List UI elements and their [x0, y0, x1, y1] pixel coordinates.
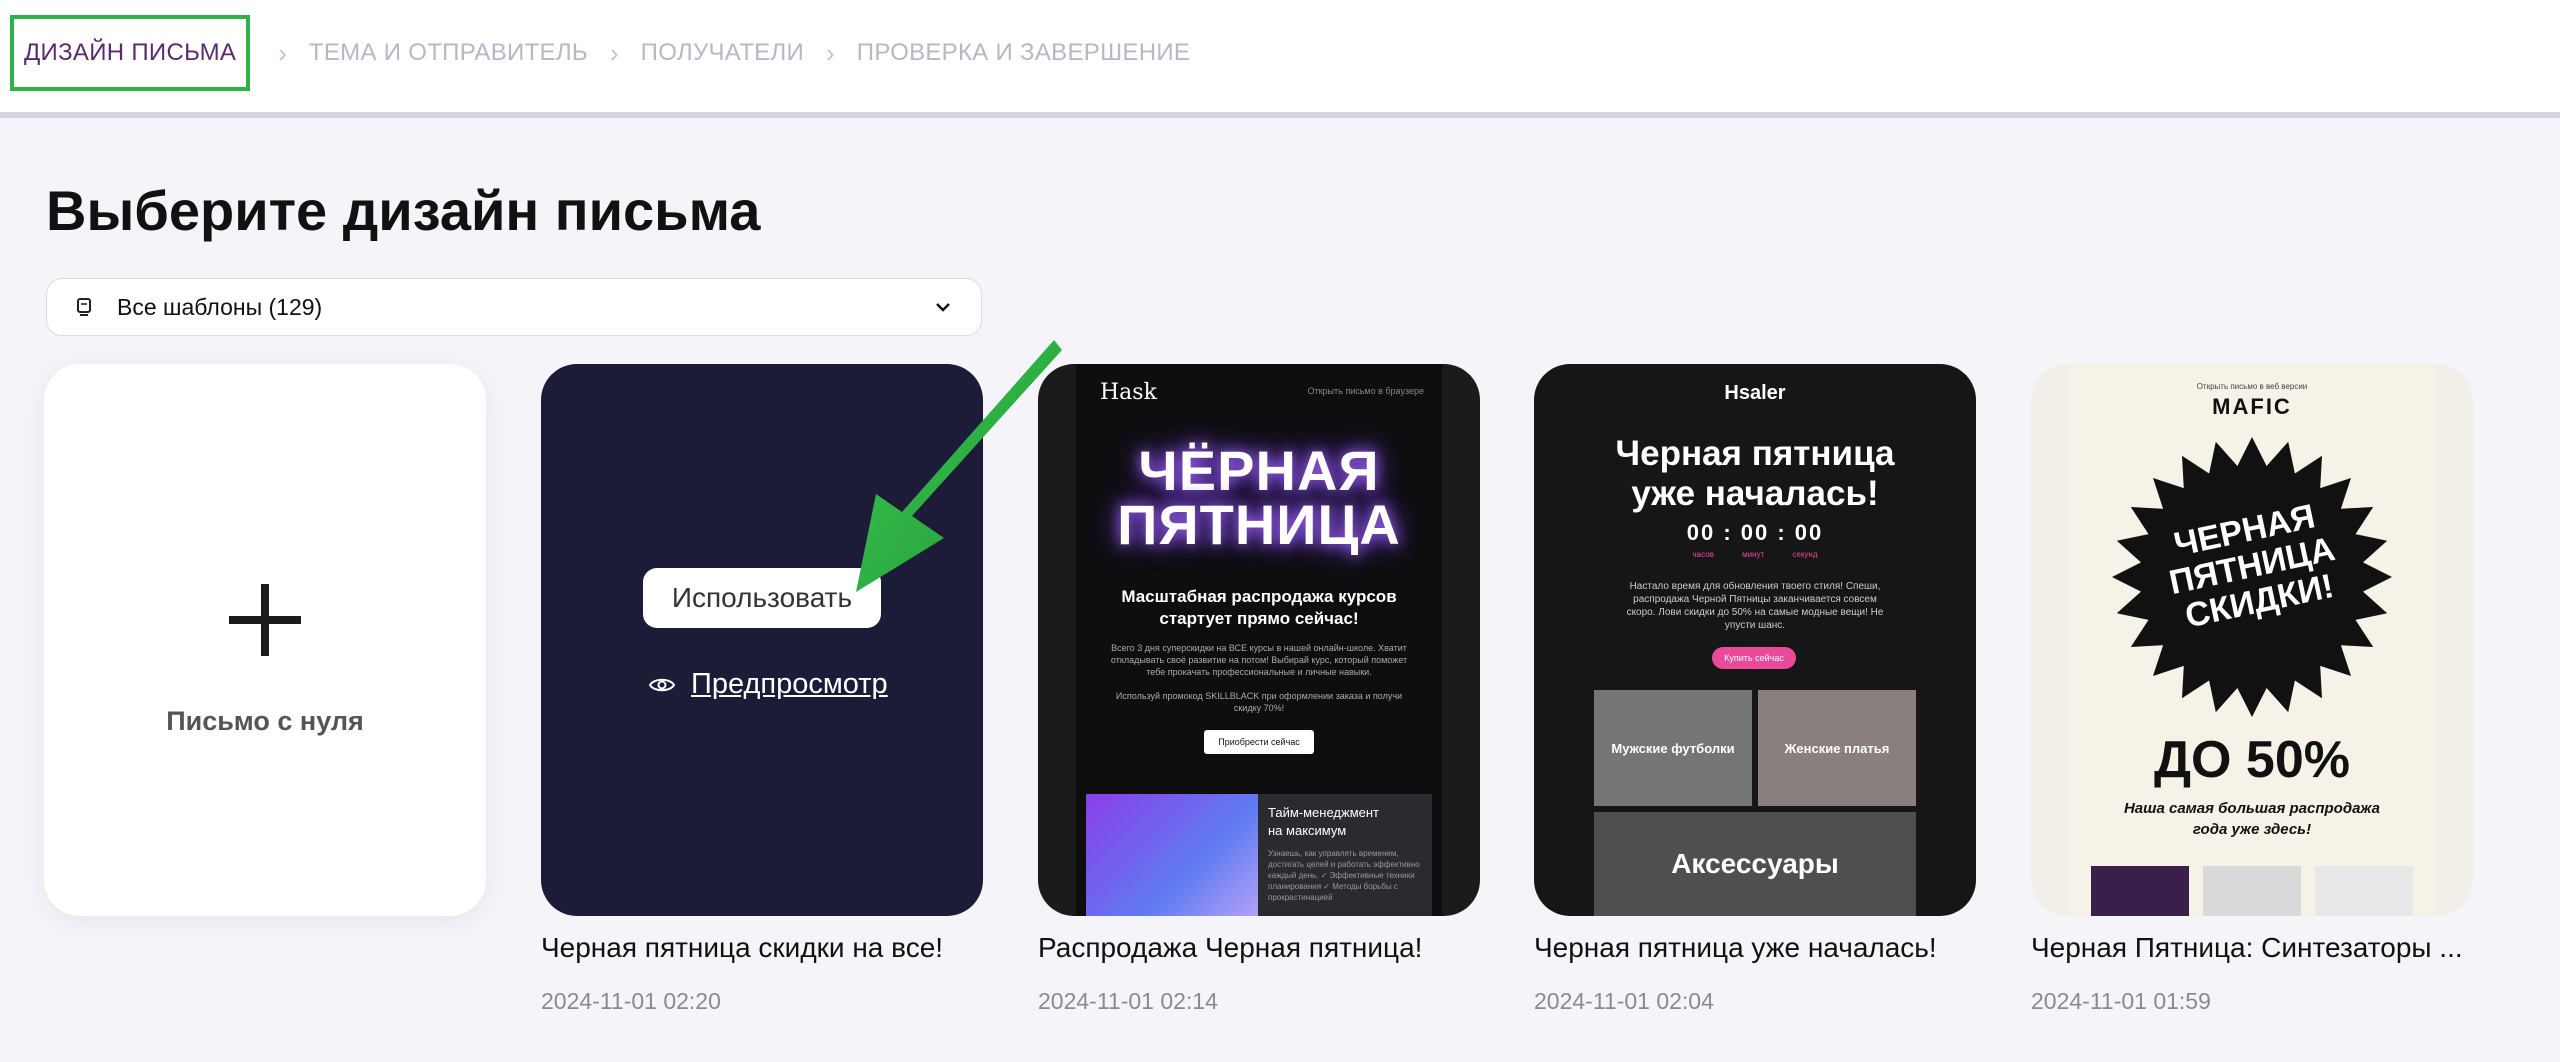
- thumb-button: Купить сейчас: [1712, 647, 1796, 669]
- hask-logo: Hask: [1100, 380, 1157, 405]
- thumb-text: Настало время для обновления твоего стил…: [1626, 581, 1884, 631]
- chevron-right-icon: ›: [278, 37, 287, 68]
- template-date: 2024-11-01 02:14: [1038, 988, 1218, 1014]
- product-image: [2315, 866, 2413, 916]
- page-title: Выберите дизайн письма: [46, 179, 761, 242]
- thumb-subheadline: Масштабная распродажа курсов стартует пря…: [1076, 586, 1442, 630]
- template-name: Черная пятница уже началась!: [1534, 932, 1937, 963]
- thumb-tile: Мужские футболки: [1594, 690, 1752, 806]
- preview-link[interactable]: Предпросмотр: [649, 668, 888, 701]
- chevron-right-icon: ›: [609, 37, 619, 68]
- box-title-line: Тайм-менеджмент: [1268, 805, 1379, 820]
- template-name: Черная Пятница: Синтезаторы ...: [2031, 932, 2463, 963]
- thumb-category-grid: Мужские футболки Женские платья Аксессуа…: [1594, 690, 1916, 916]
- template-thumbnail: Hask Открыть письмо в браузере ЧЁРНАЯ ПЯТ…: [1076, 364, 1442, 916]
- template-name: Черная пятница скидки на все!: [541, 932, 944, 963]
- thumb-box-title: Тайм-менеджмент на максимум: [1268, 804, 1379, 840]
- top-bar: ДИЗАЙН ПИСЬМА › ТЕМА И ОТПРАВИТЕЛЬ › ПОЛ…: [0, 0, 2560, 118]
- template-card-1[interactable]: Использовать Предпросмотр: [541, 364, 983, 916]
- product-image: [2091, 866, 2189, 916]
- use-template-button[interactable]: Использовать: [643, 568, 881, 628]
- thumb-headline: ЧЁРНАЯ ПЯТНИЦА: [1076, 443, 1442, 553]
- template-name: Распродажа Черная пятница!: [1038, 932, 1423, 963]
- template-card-4[interactable]: Открыть письмо в веб версии MAFIC ЧЕРНАЯ…: [2031, 364, 2473, 916]
- headline-line: ПЯТНИЦА: [1117, 493, 1401, 556]
- template-icon: [77, 298, 91, 316]
- sub-line: стартует прямо сейчас!: [1159, 609, 1359, 628]
- preview-label: Предпросмотр: [691, 668, 888, 700]
- thumb-illustration: [1086, 794, 1258, 916]
- sub-line: года уже здесь!: [2192, 821, 2312, 838]
- template-filter-select[interactable]: Все шаблоны (129): [46, 278, 982, 336]
- sub-line: Масштабная распродажа курсов: [1121, 587, 1397, 606]
- template-card-2[interactable]: Hask Открыть письмо в браузере ЧЁРНАЯ ПЯТ…: [1038, 364, 1480, 916]
- thumb-countdown-labels: часов минут секунд: [1692, 550, 1818, 559]
- thumb-browser-link: Открыть письмо в браузере: [1307, 386, 1424, 396]
- thumb-headline: Черная пятница уже началась!: [1534, 434, 1976, 514]
- thumb-web-link: Открыть письмо в веб версии: [2196, 382, 2308, 391]
- thumb-tile: Женские платья: [1758, 690, 1916, 806]
- box-title-line: на максимум: [1268, 823, 1347, 838]
- thumb-button: Приобрести сейчас: [1204, 730, 1314, 754]
- step-review-finish[interactable]: ПРОВЕРКА И ЗАВЕРШЕНИЕ: [857, 39, 1190, 67]
- step-subject-sender[interactable]: ТЕМА И ОТПРАВИТЕЛЬ: [309, 39, 588, 67]
- thumb-text: Используй промокод SKILLBLACK при оформл…: [1115, 691, 1403, 713]
- chevron-right-icon: ›: [826, 37, 835, 68]
- thumb-box-text: Узнаешь, как управлять временем, достига…: [1268, 849, 1420, 902]
- thumb-text: Всего 3 дня суперскидки на ВСЕ курсы в н…: [1110, 643, 1408, 677]
- eye-icon: [649, 678, 675, 691]
- thumb-product-row: [2091, 866, 2413, 916]
- new-letter-label: Письмо с нуля: [166, 705, 364, 736]
- filter-label: Все шаблоны (129): [117, 293, 323, 320]
- thumb-subheadline: Наша самая большая распродажа года уже зд…: [2069, 798, 2435, 840]
- chevron-down-icon: [936, 303, 950, 312]
- new-blank-letter-card[interactable]: Письмо с нуля: [44, 364, 486, 916]
- stepper: ДИЗАЙН ПИСЬМА › ТЕМА И ОТПРАВИТЕЛЬ › ПОЛ…: [10, 14, 1190, 92]
- thumb-discount: ДО 50%: [2153, 731, 2350, 789]
- thumb-tile: Аксессуары: [1594, 812, 1916, 916]
- template-card-3[interactable]: Hsaler Черная пятница уже началась! 00 : …: [1534, 364, 1976, 916]
- thumb-course-box: Тайм-менеджмент на максимум Узнаешь, как …: [1086, 794, 1432, 916]
- thumb-countdown: 00 : 00 : 00: [1686, 520, 1824, 545]
- template-date: 2024-11-01 02:04: [1534, 988, 1714, 1014]
- step-design[interactable]: ДИЗАЙН ПИСЬМА: [10, 15, 251, 91]
- template-date: 2024-11-01 02:20: [541, 988, 721, 1014]
- plus-icon: [229, 583, 301, 656]
- hsaler-logo: Hsaler: [1724, 382, 1786, 404]
- headline-line: Черная пятница: [1615, 434, 1895, 473]
- headline-line: уже началась!: [1631, 474, 1879, 513]
- sub-line: Наша самая большая распродажа: [2123, 800, 2381, 817]
- template-date: 2024-11-01 01:59: [2031, 988, 2211, 1014]
- product-image: [2203, 866, 2301, 916]
- step-recipients[interactable]: ПОЛУЧАТЕЛИ: [641, 39, 804, 67]
- template-thumbnail: Открыть письмо в веб версии MAFIC ЧЕРНАЯ…: [2069, 364, 2435, 916]
- mafic-logo: MAFIC: [2212, 394, 2292, 419]
